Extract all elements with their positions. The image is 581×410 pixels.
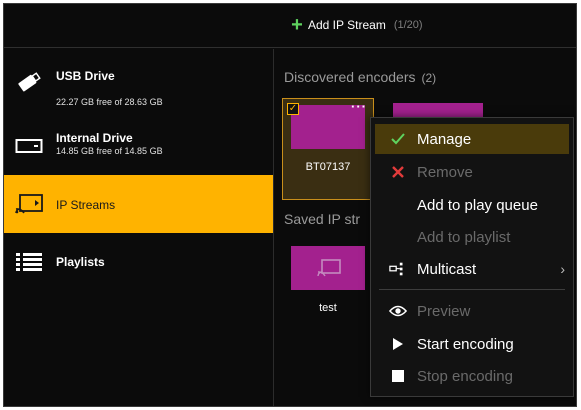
plus-icon: + xyxy=(291,14,303,36)
sidebar-item-label: IP Streams xyxy=(56,198,116,212)
menu-item-label: Add to playlist xyxy=(417,228,511,246)
card-label: BT07137 xyxy=(305,161,351,173)
multicast-icon xyxy=(389,260,407,278)
playlist-icon xyxy=(12,249,46,275)
section-count: (2) xyxy=(421,71,437,85)
menu-item-preview[interactable]: Preview xyxy=(371,296,573,326)
add-ip-stream-button[interactable]: + Add IP Stream (1/20) xyxy=(290,14,423,36)
menu-item-label: Preview xyxy=(417,302,471,320)
sidebar-item-internal-drive[interactable]: Internal Drive 14.85 GB free of 14.85 GB xyxy=(4,127,273,167)
discovered-encoders-heading: Discovered encoders (2) xyxy=(284,69,436,85)
top-toolbar: + Add IP Stream (1/20) xyxy=(4,4,576,48)
more-options-button[interactable]: ··· xyxy=(351,99,367,114)
internal-drive-icon xyxy=(12,133,46,159)
saved-ip-streams-heading: Saved IP str xyxy=(284,211,361,227)
menu-item-label: Remove xyxy=(417,163,473,181)
sidebar-item-usb-drive[interactable]: USB Drive 22.27 GB free of 28.63 GB xyxy=(4,57,273,115)
add-ip-stream-label: Add IP Stream xyxy=(308,18,386,32)
menu-item-label: Start encoding xyxy=(417,335,514,353)
saved-stream-card[interactable]: test xyxy=(282,239,374,331)
card-label: test xyxy=(319,302,337,314)
ip-stream-icon xyxy=(12,191,46,217)
menu-item-start-encoding[interactable]: Start encoding xyxy=(371,329,573,359)
section-title: Discovered encoders xyxy=(284,69,416,85)
menu-item-label: Add to play queue xyxy=(417,196,538,214)
sidebar-item-label: USB Drive xyxy=(56,69,115,83)
remove-x-icon xyxy=(389,163,407,181)
menu-item-multicast[interactable]: Multicast › xyxy=(371,254,573,284)
check-icon xyxy=(389,130,407,148)
sidebar-item-subtitle: 14.85 GB free of 14.85 GB xyxy=(56,146,163,156)
menu-item-add-to-playlist[interactable]: Add to playlist xyxy=(371,222,573,252)
eye-icon xyxy=(389,302,407,320)
menu-item-manage[interactable]: Manage xyxy=(375,124,569,154)
stream-count: (1/20) xyxy=(393,19,423,31)
menu-separator xyxy=(379,289,565,290)
menu-item-add-to-play-queue[interactable]: Add to play queue xyxy=(371,190,573,220)
menu-item-remove[interactable]: Remove xyxy=(371,157,573,187)
encoder-card[interactable]: ✓ ··· BT07137 xyxy=(282,98,374,200)
menu-item-label: Multicast xyxy=(417,260,477,278)
sidebar-item-ip-streams[interactable]: IP Streams xyxy=(4,175,273,233)
menu-item-label: Manage xyxy=(417,130,472,148)
stream-thumbnail xyxy=(291,246,365,290)
sidebar-item-label: Internal Drive xyxy=(56,131,133,145)
sidebar: USB Drive 22.27 GB free of 28.63 GB Inte… xyxy=(4,49,274,406)
menu-item-stop-encoding[interactable]: Stop encoding xyxy=(371,361,573,391)
sidebar-item-playlists[interactable]: Playlists xyxy=(4,247,273,279)
chevron-right-icon: › xyxy=(560,261,565,277)
sidebar-item-subtitle: 22.27 GB free of 28.63 GB xyxy=(56,97,163,107)
menu-item-label: Stop encoding xyxy=(417,367,513,385)
context-menu: Manage Remove Add to play queue Add to p… xyxy=(370,117,574,397)
stop-icon xyxy=(389,367,407,385)
app-window: + Add IP Stream (1/20) USB Drive 22.27 G… xyxy=(3,3,577,407)
play-icon xyxy=(389,335,407,353)
usb-drive-icon xyxy=(12,69,46,95)
checkbox[interactable]: ✓ xyxy=(287,103,299,115)
sidebar-item-label: Playlists xyxy=(56,255,105,269)
ip-stream-icon xyxy=(317,259,341,277)
